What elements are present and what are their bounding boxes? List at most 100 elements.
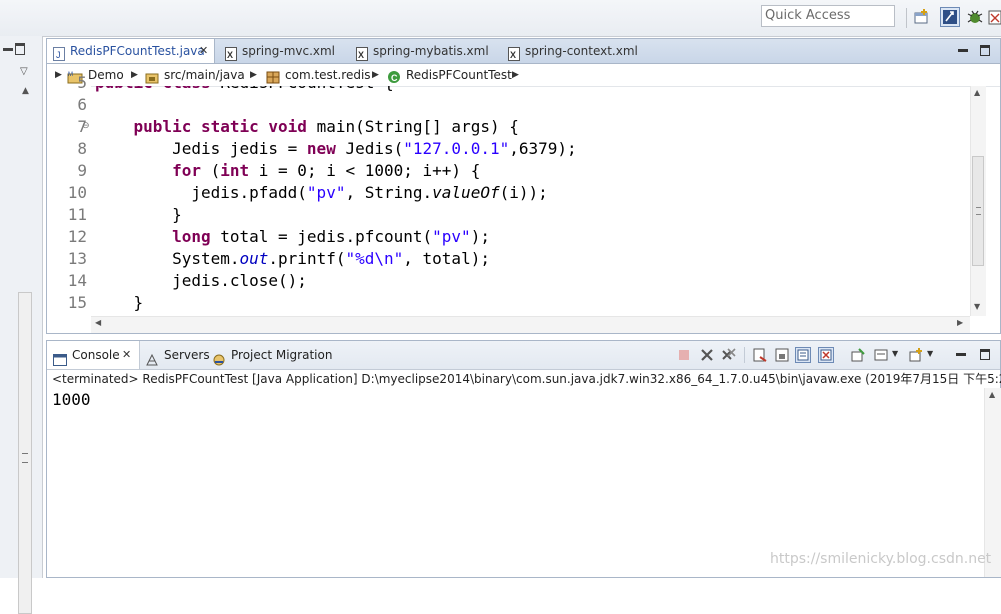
tab-spring-mvc[interactable]: Xspring-mvc.xml (223, 39, 350, 63)
line-number: 12 (67, 227, 87, 246)
scroll-up-icon[interactable]: ▲ (989, 390, 995, 399)
minimize-icon[interactable] (2, 44, 14, 54)
tab-label: Project Migration (231, 348, 333, 362)
tab-label: spring-context.xml (525, 44, 638, 58)
tab-label: Servers (164, 348, 210, 362)
code-line: for (int i = 0; i < 1000; i++) { (172, 161, 481, 180)
servers-icon (145, 349, 159, 365)
source-folder-icon (145, 69, 159, 83)
chevron-down-icon[interactable]: ▼ (892, 349, 898, 358)
chevron-down-icon[interactable]: ▼ (927, 349, 933, 358)
line-number: 10 (67, 183, 87, 202)
console-output[interactable]: 1000 (52, 390, 91, 410)
java-perspective-icon[interactable] (940, 7, 960, 27)
scroll-lock-icon[interactable] (774, 347, 790, 363)
close-tab-icon[interactable]: ✕ (199, 39, 208, 63)
scroll-down-icon[interactable]: ▼ (974, 302, 980, 311)
remove-launch-icon[interactable] (699, 347, 715, 363)
debug-perspective-icon[interactable] (966, 8, 984, 26)
svg-text:X: X (358, 50, 364, 60)
xml-file-icon: X (508, 45, 520, 61)
console-tab-bar: Console ✕ Servers Project Migration ▼ ▼ (47, 341, 1000, 370)
editor-panel: J RedisPFCountTest.java ✕ Xspring-mvc.xml… (46, 38, 1001, 334)
breadcrumb: ▶ M Demo ▶ src/main/java ▶ com.test.redis… (47, 64, 1000, 87)
tab-servers[interactable]: Servers (145, 341, 210, 369)
console-panel: Console ✕ Servers Project Migration ▼ ▼ … (46, 340, 1001, 578)
code-line: Jedis jedis = new Jedis("127.0.0.1",6379… (95, 139, 577, 158)
db-perspective-icon[interactable] (988, 8, 1001, 26)
code-line: System.out.printf("%d\n", total); (95, 249, 490, 268)
tab-label: spring-mvc.xml (242, 44, 336, 58)
xml-file-icon: X (225, 45, 237, 61)
close-tab-icon[interactable]: ✕ (122, 341, 131, 369)
code-line: } (95, 205, 182, 224)
migration-icon (212, 349, 226, 365)
tab-spring-mybatis[interactable]: Xspring-mybatis.xml (354, 39, 506, 63)
tab-label: Console (72, 348, 120, 362)
clear-console-icon[interactable] (752, 347, 768, 363)
remove-all-terminated-icon[interactable] (721, 347, 737, 363)
quick-access-input[interactable]: Quick Access (761, 5, 895, 27)
left-panel-strip: ▽ ▲ (0, 36, 43, 614)
maximize-icon[interactable] (979, 347, 991, 361)
scroll-right-icon[interactable]: ▶ (957, 318, 963, 327)
breadcrumb-class[interactable]: C RedisPFCountTest (387, 64, 512, 86)
pin-console-icon[interactable] (850, 347, 866, 363)
editor-scroll-thumb[interactable] (972, 156, 984, 266)
xml-file-icon: X (356, 45, 368, 61)
open-perspective-icon[interactable] (913, 8, 931, 26)
code-line: public class RedisPFCountTest { (95, 86, 394, 94)
scroll-left-icon[interactable]: ◀ (95, 318, 101, 327)
tab-label: RedisPFCountTest.java (70, 44, 205, 58)
tab-redis-pf-count-test[interactable]: J RedisPFCountTest.java ✕ (47, 39, 215, 63)
view-menu-icon[interactable]: ▽ (20, 66, 28, 77)
line-number: 6 (77, 95, 87, 114)
fold-collapse-icon[interactable]: ⊖ (82, 121, 90, 131)
line-number: 13 (67, 249, 87, 268)
main-toolbar: Quick Access (0, 0, 1001, 37)
maximize-icon[interactable] (14, 42, 26, 55)
line-number: 5 (77, 73, 87, 92)
terminate-icon[interactable] (676, 347, 692, 363)
tab-project-migration[interactable]: Project Migration (212, 341, 337, 369)
breadcrumb-label: Demo (88, 68, 124, 82)
package-icon (266, 69, 280, 83)
toolbar-separator (744, 347, 745, 363)
class-icon: C (387, 69, 401, 83)
console-vertical-scrollbar[interactable]: ▲ (984, 388, 1001, 577)
scroll-up-icon[interactable]: ▲ (974, 88, 980, 97)
chevron-right-icon: ▶ (131, 70, 138, 80)
minimize-icon[interactable] (957, 43, 969, 57)
show-on-output-icon[interactable] (795, 347, 811, 363)
watermark: https://smilenicky.blog.csdn.net (770, 551, 992, 567)
console-icon (53, 349, 67, 366)
maximize-icon[interactable] (979, 43, 991, 57)
line-number: 11 (67, 205, 87, 224)
open-console-icon[interactable] (908, 347, 924, 363)
code-line: jedis.pfadd("pv", String.valueOf(i)); (95, 183, 548, 202)
svg-text:X: X (510, 50, 516, 60)
breadcrumb-source-folder[interactable]: src/main/java (145, 64, 245, 86)
breadcrumb-package[interactable]: com.test.redis (266, 64, 371, 86)
chevron-right-icon: ▶ (512, 70, 519, 80)
console-status: <terminated> RedisPFCountTest [Java Appl… (52, 372, 1001, 386)
code-line: jedis.close(); (95, 271, 307, 290)
line-number: 9 (77, 161, 87, 180)
scroll-up-icon[interactable]: ▲ (22, 86, 29, 96)
line-number: 8 (77, 139, 87, 158)
breadcrumb-label: src/main/java (164, 68, 245, 82)
tab-console[interactable]: Console ✕ (47, 341, 140, 369)
line-number: 14 (67, 271, 87, 290)
svg-text:J: J (56, 50, 61, 60)
tab-spring-context[interactable]: Xspring-context.xml (506, 39, 658, 63)
show-on-error-icon[interactable] (818, 347, 834, 363)
minimize-icon[interactable] (955, 347, 967, 361)
svg-text:X: X (227, 50, 233, 60)
line-number: 15 (67, 293, 87, 312)
chevron-right-icon: ▶ (250, 70, 257, 80)
left-scrollbar[interactable] (18, 292, 32, 614)
display-selected-console-icon[interactable] (873, 347, 889, 363)
code-editor[interactable]: public class RedisPFCountTest { public s… (95, 86, 970, 316)
editor-horizontal-scrollbar[interactable]: ◀ ▶ (91, 316, 970, 333)
code-line: public static void main(String[] args) { (133, 117, 519, 136)
